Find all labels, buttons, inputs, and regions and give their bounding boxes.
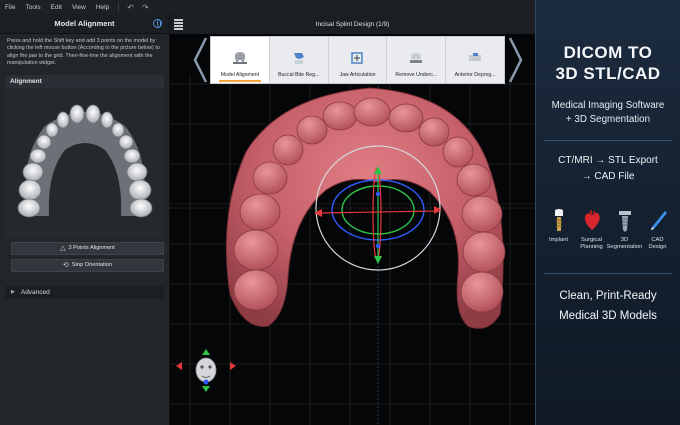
instruction-text: Press and hold the Shift key and add 3 p… [7,38,160,67]
step-anterior-deprogrammer[interactable]: Anterior Deprog... [446,37,504,83]
triangle-points-icon: △ [60,245,66,253]
screw-icon [618,210,631,232]
list-icon[interactable] [174,18,185,30]
menu-help[interactable]: Help [91,4,114,11]
left-panel: Model Alignment Press and hold the Shift… [0,14,170,425]
pen-icon [650,210,667,230]
stop-orientation-label: Stop Orientation [71,262,113,269]
undercut-icon [410,53,423,63]
bite-icon [293,53,304,64]
feature-label: Implant [548,236,568,243]
promo-panel: DICOM TO 3D STL/CAD Medical Imaging Soft… [535,0,680,425]
tooth-icon [232,52,247,64]
deprogrammer-icon [469,53,482,61]
orientation-head-icon[interactable] [176,349,236,392]
alignment-section-header[interactable]: Alignment [5,74,164,88]
feature-label: 3D Segmentation [606,236,643,251]
feature-label: Surgical Planning [580,236,603,251]
viewport-title: Incisal Splint Design (1/9) [315,20,390,28]
redo-icon[interactable]: ↷ [138,3,153,12]
feature-label: CAD Design [648,236,667,251]
promo-footer-line2: Medical 3D Models [559,310,657,323]
promo-subtitle-line2: + 3D Segmentation [565,114,651,126]
feature-cad-design: CAD Design [643,208,673,251]
three-points-alignment-label: 3 Points Alignment [68,245,115,252]
workflow-steps: Model Alignment Buccal Bite Reg... Jaw A… [210,36,505,84]
chevron-right-icon: ▶ [11,289,15,296]
menu-view[interactable]: View [67,4,91,11]
three-points-alignment-button[interactable]: △ 3 Points Alignment [11,241,164,255]
teeth-reference-image [5,87,164,238]
viewport-title-bar: Incisal Splint Design (1/9) [170,14,535,34]
promo-headline-line2: 3D STL/CAD [555,64,661,84]
menu-file[interactable]: File [0,4,20,11]
menu-separator [118,2,120,12]
stop-orientation-button[interactable]: ⟲ Stop Orientation [11,258,164,272]
advanced-section-header[interactable]: ▶ Advanced [5,285,164,299]
stop-icon: ⟲ [62,262,69,270]
promo-divider [544,139,672,141]
panel-title-bar: Model Alignment [0,14,169,34]
feature-surgical-planning: Surgical Planning [577,208,607,251]
step-remove-undercut[interactable]: Remove Underc... [387,37,447,83]
step-buccal-bite[interactable]: Buccal Bite Reg... [270,37,329,83]
globe-icon[interactable] [153,19,162,28]
step-jaw-articulation[interactable]: Jaw Articulation [329,37,388,83]
promo-footer-line1: Clean, Print-Ready [559,290,657,303]
articulation-icon [351,52,364,64]
step-label: Anterior Deprog... [454,72,496,78]
undo-icon[interactable]: ↶ [123,3,138,12]
promo-subtitle: Medical Imaging Software + 3D Segmentati… [536,99,680,128]
promo-workflow: CT/MRI → STL Export → CAD File [536,153,680,186]
promo-footer: Clean, Print-Ready Medical 3D Models [536,286,680,326]
step-label: Remove Underc... [395,72,438,78]
promo-headline: DICOM TO 3D STL/CAD [536,42,680,85]
promo-subtitle-line1: Medical Imaging Software [551,99,665,111]
step-model-alignment[interactable]: Model Alignment [211,37,270,83]
dental-arch-illustration [17,104,153,218]
prev-step-arrow-icon[interactable] [192,36,208,84]
promo-headline-line1: DICOM TO [563,43,653,62]
menubar: File Tools Edit View Help ↶ ↷ [0,0,535,14]
step-label: Jaw Articulation [339,72,376,78]
feature-3d-segmentation: 3D Segmentation [606,208,643,251]
menu-edit[interactable]: Edit [46,4,67,11]
step-label: Model Alignment [220,72,260,78]
promo-feature-icons: Implant Surgical Planning 3D Segmentatio… [536,208,680,251]
step-label: Buccal Bite Reg... [278,72,320,78]
promo-divider-2 [544,273,672,275]
next-step-arrow-icon[interactable] [508,36,524,84]
implant-icon [554,208,563,231]
feature-implant: Implant [544,208,574,251]
panel-title: Model Alignment [54,19,115,28]
promo-workflow-line1: CT/MRI → STL Export [558,154,658,166]
3d-viewport[interactable]: Incisal Splint Design (1/9) Model Alignm… [170,14,535,425]
promo-workflow-line2: → CAD File [581,171,635,183]
heart-icon [584,209,600,230]
advanced-label: Advanced [20,288,50,296]
menu-tools[interactable]: Tools [20,4,45,11]
app-root: File Tools Edit View Help ↶ ↷ Model Alig… [0,0,680,425]
